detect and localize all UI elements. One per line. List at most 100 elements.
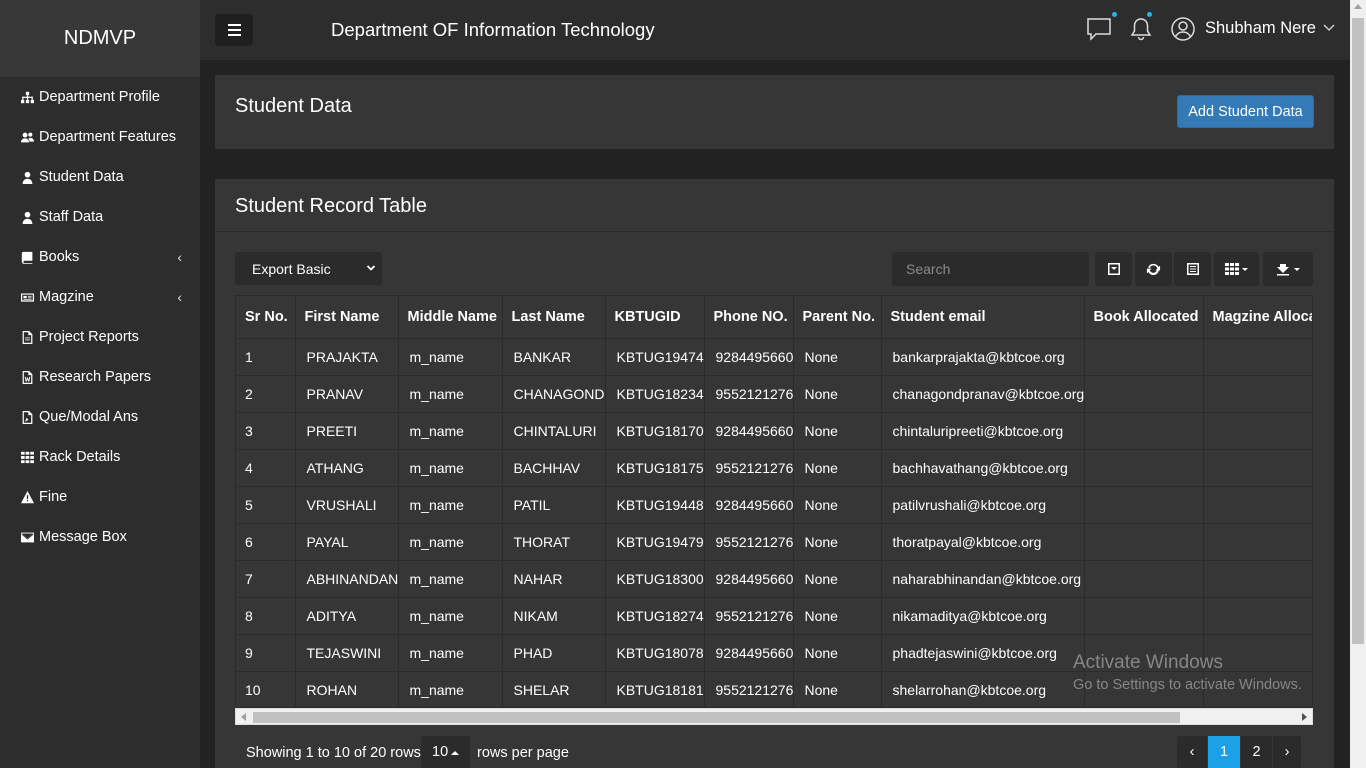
sidebar-item-department-features[interactable]: Department Features bbox=[0, 117, 200, 157]
sidebar-item-student-data[interactable]: Student Data bbox=[0, 157, 200, 197]
cell-sr-no: 9 bbox=[236, 634, 296, 672]
table-row[interactable]: 2 PRANAV m_name CHANAGOND KBTUG18234 95521212… bbox=[236, 375, 1312, 413]
export-button[interactable] bbox=[1263, 252, 1313, 286]
col-header-parent-no[interactable]: Parent No. bbox=[793, 296, 882, 339]
cell-book-allocated bbox=[1084, 338, 1204, 376]
activate-windows-watermark: Activate Windows bbox=[1073, 652, 1223, 673]
table-row[interactable]: 4 ATHANG m_name BACHHAV KBTUG18175 9552121276… bbox=[236, 449, 1312, 487]
sidebar-item-label: Message Box bbox=[39, 529, 127, 545]
cell-phone: 9552121276 bbox=[704, 523, 794, 561]
cell-sr-no: 10 bbox=[236, 671, 296, 707]
student-record-table: Sr No. First Name Middle Name Last Name … bbox=[235, 295, 1313, 708]
cell-student-email: chintaluripreeti@kbtcoe.org bbox=[881, 412, 1085, 450]
export-select[interactable]: Export Basic bbox=[235, 252, 382, 285]
list-view-button[interactable] bbox=[1174, 252, 1211, 286]
sidebar-item-books[interactable]: Books ‹ bbox=[0, 237, 200, 277]
cell-last-name: CHANAGOND bbox=[502, 375, 606, 413]
toggle-view-button[interactable] bbox=[1095, 252, 1132, 286]
table-horizontal-scrollbar[interactable] bbox=[235, 708, 1313, 725]
sidebar-item-label: Department Features bbox=[39, 129, 177, 145]
page-scrollbar[interactable] bbox=[1350, 0, 1366, 768]
rows-per-page-dropdown[interactable]: 10 bbox=[421, 736, 470, 768]
sidebar-item-que-modal-ans[interactable]: Que/Modal Ans bbox=[0, 397, 200, 437]
sidebar-item-message-box[interactable]: Message Box bbox=[0, 517, 200, 557]
col-header-phone[interactable]: Phone NO. bbox=[704, 296, 794, 339]
scrollbar-thumb[interactable] bbox=[1352, 18, 1364, 644]
col-header-book-allocated[interactable]: Book Allocated bbox=[1084, 296, 1204, 339]
sidebar-item-staff-data[interactable]: Staff Data bbox=[0, 197, 200, 237]
col-header-first-name[interactable]: First Name bbox=[295, 296, 399, 339]
user-name[interactable]: Shubham Nere bbox=[1205, 19, 1316, 38]
sidebar-item-project-reports[interactable]: Project Reports bbox=[0, 317, 200, 357]
hamburger-icon bbox=[227, 24, 241, 36]
sidebar-item-label: Department Profile bbox=[39, 89, 160, 105]
sitemap-icon bbox=[20, 90, 34, 104]
cell-kbtugid: KBTUG19448 bbox=[605, 486, 705, 524]
cell-student-email: patilvrushali@kbtcoe.org bbox=[881, 486, 1085, 524]
table-row[interactable]: 8 ADITYA m_name NIKAM KBTUG18274 9552121276 No… bbox=[236, 597, 1312, 635]
col-header-student-email[interactable]: Student email bbox=[881, 296, 1085, 339]
col-header-last-name[interactable]: Last Name bbox=[502, 296, 606, 339]
sidebar-item-label: Student Data bbox=[39, 169, 124, 185]
cell-kbtugid: KBTUG19474 bbox=[605, 338, 705, 376]
cell-middle-name: m_name bbox=[398, 634, 503, 672]
scrollbar-thumb[interactable] bbox=[253, 712, 1180, 723]
menu-toggle-button[interactable] bbox=[215, 14, 253, 46]
cell-phone: 9284495660 bbox=[704, 338, 794, 376]
pagination-next[interactable]: › bbox=[1273, 736, 1302, 768]
cell-student-email: thoratpayal@kbtcoe.org bbox=[881, 523, 1085, 561]
user-avatar-icon[interactable] bbox=[1170, 16, 1196, 42]
cell-first-name: TEJASWINI bbox=[295, 634, 399, 672]
sidebar-item-fine[interactable]: Fine bbox=[0, 477, 200, 517]
cell-student-email: shelarrohan@kbtcoe.org bbox=[881, 671, 1085, 707]
cell-book-allocated bbox=[1084, 412, 1204, 450]
table-row[interactable]: 7 ABHINANDAN m_name NAHAR KBTUG18300 92844956… bbox=[236, 560, 1312, 598]
scroll-left-icon[interactable] bbox=[241, 713, 246, 721]
sidebar-item-rack-details[interactable]: Rack Details bbox=[0, 437, 200, 477]
cell-first-name: PRANAV bbox=[295, 375, 399, 413]
cell-parent-no: None bbox=[793, 375, 882, 413]
col-header-sr-no[interactable]: Sr No. bbox=[236, 296, 296, 339]
cell-last-name: BANKAR bbox=[502, 338, 606, 376]
pagination-page-1[interactable]: 1 bbox=[1208, 736, 1241, 768]
sidebar-item-department-profile[interactable]: Department Profile bbox=[0, 77, 200, 117]
col-header-middle-name[interactable]: Middle Name bbox=[398, 296, 503, 339]
cell-middle-name: m_name bbox=[398, 338, 503, 376]
cell-middle-name: m_name bbox=[398, 523, 503, 561]
cell-parent-no: None bbox=[793, 634, 882, 672]
search-input[interactable]: Search bbox=[892, 252, 1089, 286]
chat-icon[interactable] bbox=[1086, 16, 1112, 42]
sidebar-item-label: Research Papers bbox=[39, 369, 152, 385]
warning-icon bbox=[20, 490, 34, 504]
refresh-button[interactable] bbox=[1135, 252, 1172, 286]
top-header: Department OF Information Technology Shu… bbox=[200, 0, 1350, 60]
cell-parent-no: None bbox=[793, 449, 882, 487]
cell-book-allocated bbox=[1084, 375, 1204, 413]
panel-title: Student Data bbox=[235, 95, 352, 117]
envelope-icon bbox=[20, 530, 34, 544]
columns-button[interactable] bbox=[1214, 252, 1259, 286]
cell-sr-no: 4 bbox=[236, 449, 296, 487]
cell-magzine-allocated bbox=[1203, 449, 1312, 487]
table-row[interactable]: 6 PAYAL m_name THORAT KBTUG19479 9552121276 No… bbox=[236, 523, 1312, 561]
table-row[interactable]: 3 PREETI m_name CHINTALURI KBTUG18170 9284495… bbox=[236, 412, 1312, 450]
table-row[interactable]: 5 VRUSHALI m_name PATIL KBTUG19448 9284495660… bbox=[236, 486, 1312, 524]
table-row[interactable]: 1 PRAJAKTA m_name BANKAR KBTUG19474 928449566… bbox=[236, 338, 1312, 376]
scroll-right-icon[interactable] bbox=[1302, 713, 1307, 721]
sidebar-item-magzine[interactable]: Magzine ‹ bbox=[0, 277, 200, 317]
pagination-prev[interactable]: ‹ bbox=[1177, 736, 1208, 768]
chevron-down-icon[interactable] bbox=[1322, 20, 1336, 34]
pagination-page-2[interactable]: 2 bbox=[1241, 736, 1273, 768]
col-header-magzine-allocated[interactable]: Magzine Allocated bbox=[1203, 296, 1312, 339]
sidebar-item-research-papers[interactable]: Research Papers bbox=[0, 357, 200, 397]
col-header-kbtugid[interactable]: KBTUGID bbox=[605, 296, 705, 339]
user-icon bbox=[20, 210, 34, 224]
cell-kbtugid: KBTUG18175 bbox=[605, 449, 705, 487]
bell-icon[interactable] bbox=[1128, 16, 1154, 42]
chevron-down-icon bbox=[366, 265, 376, 271]
table-header-row: Sr No. First Name Middle Name Last Name … bbox=[236, 296, 1312, 339]
brand-logo[interactable]: NDMVP bbox=[0, 0, 200, 77]
scroll-up-icon[interactable] bbox=[1354, 4, 1362, 9]
add-student-data-button[interactable]: Add Student Data bbox=[1177, 95, 1314, 128]
cell-first-name: ABHINANDAN bbox=[295, 560, 399, 598]
